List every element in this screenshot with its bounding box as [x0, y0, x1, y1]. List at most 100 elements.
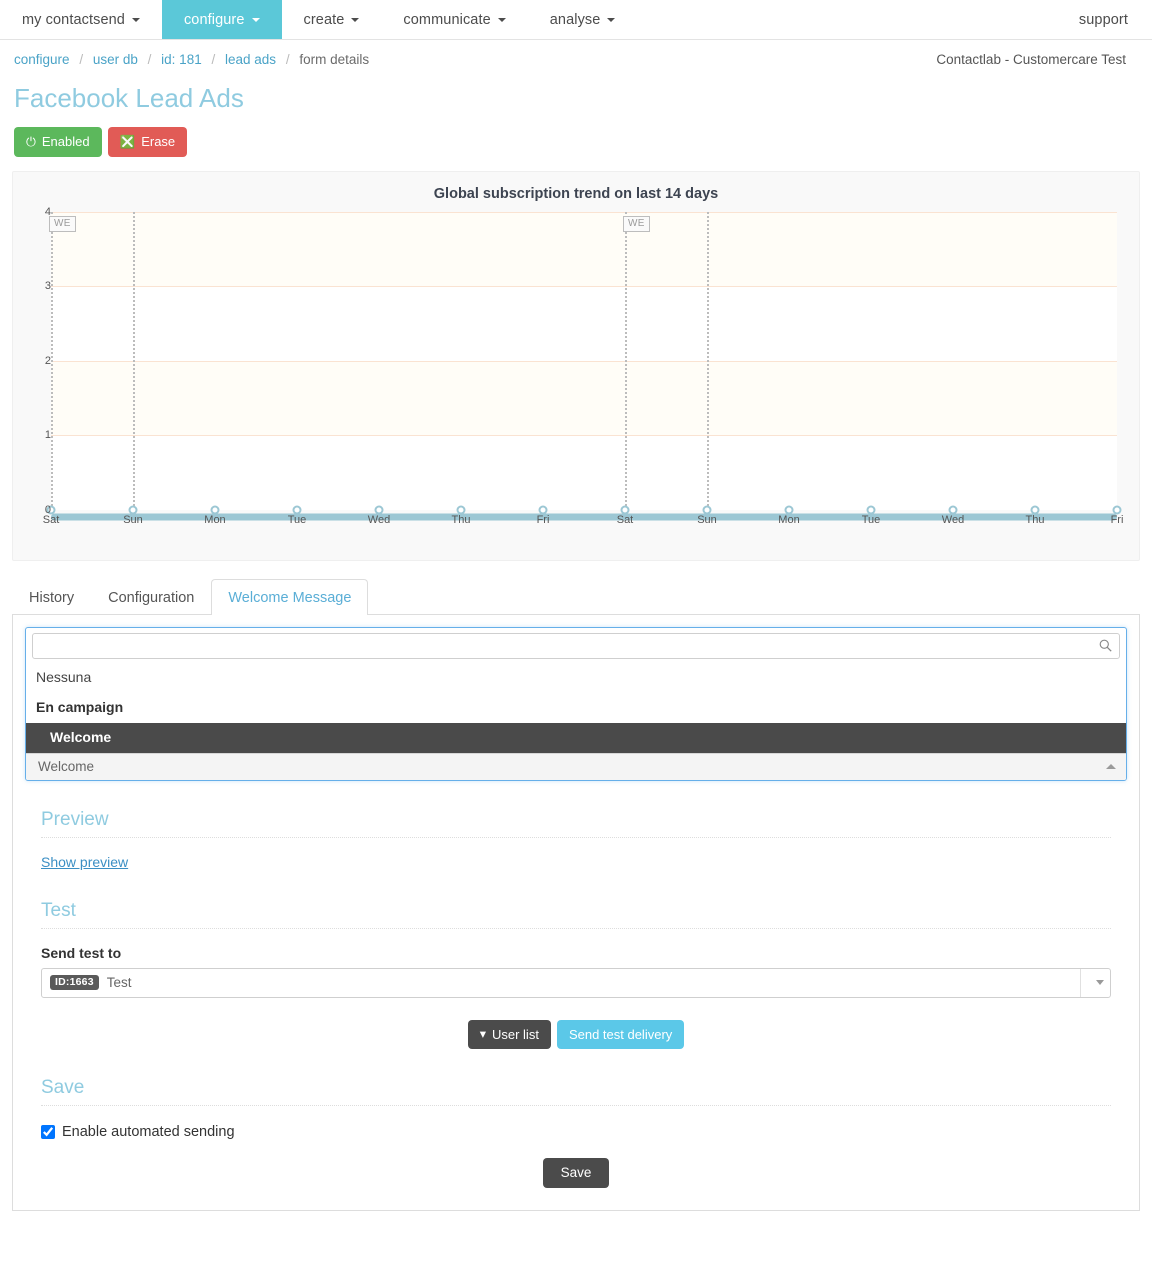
tab-history[interactable]: History: [12, 579, 91, 615]
message-select-value-row[interactable]: Welcome: [26, 752, 1126, 780]
recipient-name: Test: [106, 975, 132, 991]
chart-x-tick-label: Wed: [941, 513, 965, 526]
nav-item-label: support: [1078, 11, 1128, 28]
erase-button-label: Erase: [141, 134, 176, 149]
breadcrumb-item-id[interactable]: id: 181: [161, 52, 202, 67]
nav-item-label: analyse: [549, 11, 601, 28]
preview-heading: Preview: [41, 808, 109, 830]
breadcrumb-separator: /: [147, 52, 152, 67]
chart-x-tick-label: Thu: [1025, 513, 1045, 526]
filter-icon: ▾: [479, 1027, 486, 1042]
weekend-marker-label: WE: [49, 215, 76, 232]
tab-welcome-message[interactable]: Welcome Message: [211, 578, 369, 615]
breadcrumb-item-lead-ads[interactable]: lead ads: [225, 52, 276, 67]
nav-item-label: my contactsend: [22, 11, 125, 28]
account-name: Contactlab - Customercare Test: [936, 52, 1126, 67]
chart-x-tick-label: Fri: [536, 513, 550, 526]
test-button-row: ▾ User list Send test delivery: [41, 1019, 1111, 1050]
tab-label: Welcome Message: [228, 589, 352, 606]
power-icon: ⏻: [26, 134, 36, 149]
chart-x-tick-label: Sat: [42, 513, 60, 526]
enabled-toggle-button[interactable]: ⏻ Enabled: [14, 127, 102, 157]
chevron-down-icon: [251, 17, 260, 22]
nav-item-analyse[interactable]: analyse: [528, 0, 638, 39]
message-select-dropdown: Nessuna En campaign Welcome Welcome: [25, 626, 1127, 781]
chart-band: [51, 211, 1117, 287]
show-preview-link[interactable]: Show preview: [41, 854, 128, 870]
weekend-marker-line: [133, 211, 135, 510]
tab-bar: History Configuration Welcome Message: [12, 578, 1140, 615]
chart-gridline: [51, 286, 1117, 288]
weekend-marker-line: [625, 211, 627, 510]
chart-x-tick-label: Sun: [697, 513, 717, 526]
enable-automated-sending-checkbox[interactable]: [41, 1125, 55, 1140]
recipient-id-badge: ID:1663: [50, 974, 99, 991]
action-button-row: ⏻ Enabled ❎ Erase: [0, 117, 1152, 157]
chart-band: [51, 286, 1117, 361]
nav-item-communicate[interactable]: communicate: [381, 0, 527, 39]
option-welcome[interactable]: Welcome: [26, 722, 1126, 753]
chart-x-tick-label: Fri: [1110, 513, 1124, 526]
message-select-search-input[interactable]: [32, 632, 1120, 659]
breadcrumb-item-user-db[interactable]: user db: [93, 52, 138, 67]
save-button[interactable]: Save: [542, 1158, 610, 1189]
chart-band: [51, 360, 1117, 436]
chart-x-tick-label: Wed: [367, 513, 391, 526]
chart-band: [51, 435, 1117, 510]
user-list-button[interactable]: ▾ User list: [467, 1019, 551, 1050]
chart-gridline: [51, 435, 1117, 437]
breadcrumb-separator: /: [79, 52, 84, 67]
save-button-label: Save: [560, 1165, 592, 1181]
subscription-trend-chart-panel: Global subscription trend on last 14 day…: [12, 170, 1140, 561]
weekend-marker-line: [707, 211, 709, 510]
option-label: Nessuna: [36, 668, 92, 685]
chevron-down-icon: [497, 17, 506, 22]
chart-x-tick-label: Mon: [204, 513, 226, 526]
enable-automated-sending-row[interactable]: Enable automated sending: [41, 1124, 1111, 1140]
top-navbar: my contactsend configure create communic…: [0, 0, 1152, 40]
breadcrumb-row: configure / user db / id: 181 / lead ads…: [0, 40, 1152, 75]
tab-configuration[interactable]: Configuration: [91, 579, 211, 615]
erase-button[interactable]: ❎ Erase: [107, 127, 188, 157]
send-test-delivery-button[interactable]: Send test delivery: [556, 1019, 685, 1050]
page-title: Facebook Lead Ads: [14, 83, 244, 113]
welcome-message-panel: Nessuna En campaign Welcome Welcome Prev…: [12, 614, 1140, 1212]
chevron-down-icon: [351, 17, 360, 22]
breadcrumb-item-configure[interactable]: configure: [14, 52, 70, 67]
chevron-down-icon: [607, 17, 616, 22]
save-heading: Save: [41, 1077, 85, 1099]
preview-divider: [41, 836, 1111, 838]
recipient-caret-wrap[interactable]: [1080, 968, 1104, 997]
enabled-button-label: Enabled: [41, 134, 90, 149]
message-select-value: Welcome: [38, 758, 95, 774]
weekend-marker-label: WE: [623, 215, 650, 232]
option-group-en-campaign: En campaign: [26, 693, 1126, 723]
test-heading: Test: [41, 899, 76, 921]
breadcrumb-separator: /: [285, 52, 290, 67]
enable-automated-sending-label[interactable]: Enable automated sending: [62, 1124, 235, 1140]
chart-y-tick-label: 2: [44, 354, 51, 367]
save-divider: [41, 1105, 1111, 1107]
nav-item-my-contactsend[interactable]: my contactsend: [0, 0, 162, 39]
chart-x-tick-label: Tue: [861, 513, 881, 526]
navbar-left-group: my contactsend configure create communic…: [0, 0, 637, 39]
option-nessuna[interactable]: Nessuna: [26, 663, 1126, 693]
tab-label: History: [29, 589, 75, 606]
preview-body: Show preview: [41, 854, 1111, 872]
breadcrumb-separator: /: [211, 52, 216, 67]
nav-item-create[interactable]: create: [282, 0, 382, 39]
chart-x-tick-label: Thu: [451, 513, 471, 526]
nav-item-configure[interactable]: configure: [161, 0, 282, 39]
test-recipient-select[interactable]: ID:1663 Test: [41, 967, 1111, 998]
nav-item-support[interactable]: support: [1055, 0, 1152, 39]
chevron-down-icon: [131, 17, 140, 22]
option-label: Welcome: [50, 728, 112, 745]
chart-gridline: [51, 360, 1117, 362]
chart-title: Global subscription trend on last 14 day…: [433, 185, 719, 202]
chart-x-tick-label: Mon: [778, 513, 800, 526]
remove-circle-icon: ❎: [119, 134, 136, 149]
test-divider: [41, 927, 1111, 929]
message-select-search-row: [26, 628, 1126, 663]
nav-item-label: create: [303, 11, 345, 28]
test-body: Send test to ID:1663 Test ▾ User list Se…: [41, 945, 1111, 1050]
